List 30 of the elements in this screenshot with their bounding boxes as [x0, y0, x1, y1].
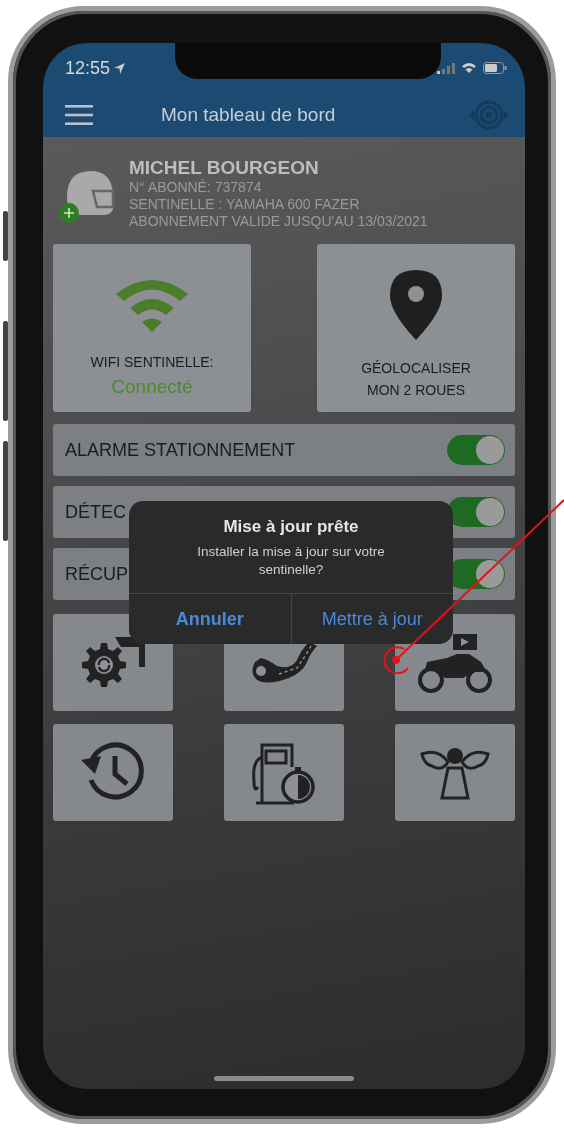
toggle-switch[interactable] — [447, 435, 505, 465]
tile-label: WIFI SENTINELLE: — [90, 354, 214, 370]
setting-label: ALARME STATIONNEMENT — [65, 439, 296, 461]
tile-label: GÉOLOCALISER — [361, 360, 471, 376]
profile-detail: ABONNEMENT VALIDE JUSQU'AU 13/03/2021 — [129, 213, 428, 230]
signal-icon — [437, 62, 455, 74]
cancel-button[interactable]: Annuler — [129, 594, 291, 644]
menu-icon[interactable] — [65, 105, 93, 125]
locate-tile[interactable]: GÉOLOCALISER MON 2 ROUES — [317, 244, 515, 412]
tile-label: MON 2 ROUES — [367, 382, 465, 398]
connection-status: Connecté — [111, 376, 193, 398]
dialog-title: Mise à jour prête — [223, 517, 359, 537]
shortcut-tile[interactable] — [224, 724, 344, 821]
user-name: MICHEL BOURGEON — [129, 157, 320, 179]
update-button[interactable]: Mettre à jour — [290, 594, 453, 644]
setting-label: DÉTEC — [65, 501, 126, 523]
profile-detail: SENTINELLE : YAMAHA 600 FAZER — [129, 196, 361, 213]
profile-detail: N° ABONNÉ: 737874 — [129, 179, 263, 196]
wifi-icon — [461, 62, 477, 74]
battery-icon — [483, 62, 507, 74]
setting-label: RÉCUP — [65, 563, 128, 585]
dialog-message: Installer la mise à jour sur votre sentinelle? — [196, 543, 386, 579]
map-pin-icon — [388, 268, 444, 342]
status-time: 12:55 — [65, 57, 111, 79]
wifi-status-tile[interactable]: WIFI SENTINELLE: Connecté — [53, 244, 251, 412]
page-title: Mon tableau de bord — [161, 104, 336, 126]
location-arrow-icon — [114, 62, 126, 74]
toggle-switch[interactable] — [447, 497, 505, 527]
shortcut-tile[interactable] — [53, 724, 173, 821]
shortcut-tile[interactable] — [395, 724, 515, 821]
